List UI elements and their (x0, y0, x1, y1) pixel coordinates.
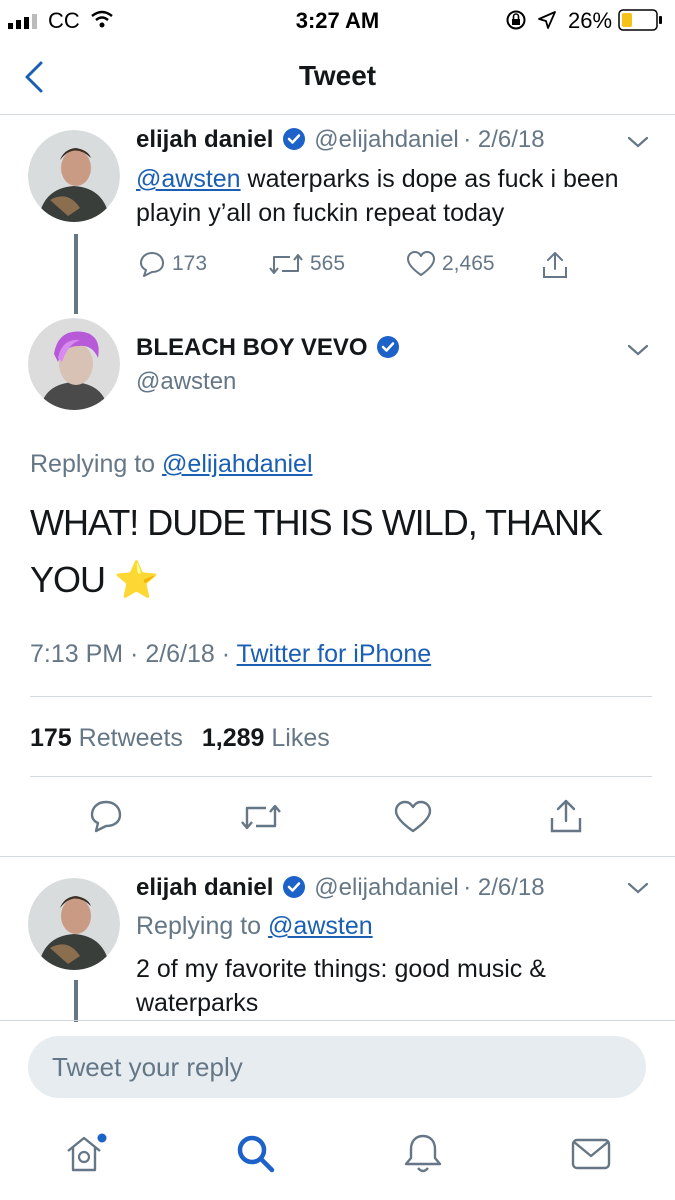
battery-percentage: 26% (568, 8, 613, 33)
page-title: Tweet (298, 60, 377, 91)
divider (0, 856, 675, 857)
author-name[interactable]: elijah daniel (136, 874, 273, 901)
search-icon (237, 1135, 275, 1173)
avatar[interactable] (28, 318, 120, 410)
divider (30, 696, 652, 697)
retweet-total: 175 (30, 724, 72, 752)
status-bar: CC 3:27 AM 26% (0, 0, 675, 38)
mention-link[interactable]: @awsten (268, 912, 373, 940)
source-link[interactable]: Twitter for iPhone (237, 640, 432, 668)
like-label: Likes (271, 724, 330, 752)
replying-to: Replying to @awsten (136, 912, 373, 941)
replying-prefix: Replying to (136, 912, 269, 940)
divider (30, 776, 652, 777)
author-handle[interactable]: @elijahdaniel (314, 874, 458, 901)
tweet-text: @awsten waterparks is dope as fuck i bee… (136, 162, 636, 230)
home-icon (67, 1133, 107, 1172)
location-icon (538, 11, 556, 29)
retweet-count: 565 (310, 252, 346, 275)
retweets-stat[interactable]: 175 Retweets (30, 724, 183, 752)
like-total: 1,289 (201, 724, 265, 752)
tweet-date: · 2/6/18 (463, 126, 545, 153)
tab-home[interactable] (64, 1132, 110, 1181)
like-icon[interactable] (394, 800, 432, 834)
tab-search[interactable] (234, 1132, 278, 1181)
tweet-timestamp: 7:13 PM · 2/6/18 · Twitter for iPhone (30, 640, 431, 669)
retweet-label: Retweets (78, 724, 183, 752)
verified-icon (282, 876, 305, 898)
likes-stat[interactable]: 1,289 Likes (202, 724, 330, 752)
share-icon[interactable] (540, 250, 570, 280)
reply-button[interactable]: 173 (138, 250, 207, 278)
author-name[interactable]: elijah daniel (136, 126, 273, 153)
mention-link[interactable]: @awsten (136, 165, 241, 193)
verified-icon (377, 336, 400, 358)
reply-icon[interactable] (88, 798, 124, 834)
lock-rotation-icon (506, 10, 526, 30)
like-button[interactable]: 2,465 (406, 250, 495, 278)
star-emoji: ⭐ (114, 559, 159, 600)
notifications-icon (404, 1134, 442, 1173)
divider (0, 1020, 675, 1021)
retweet-icon (269, 254, 303, 274)
tweet-header: elijah daniel @elijahdaniel · 2/6/18 (136, 874, 545, 902)
mention-link[interactable]: @elijahdaniel (162, 450, 312, 478)
reply-count: 173 (172, 252, 208, 275)
reply-icon (140, 252, 164, 277)
retweet-button[interactable]: 565 (268, 250, 345, 278)
thread-line (74, 980, 78, 1022)
nav-bar: Tweet (0, 38, 675, 115)
avatar[interactable] (28, 878, 120, 970)
verified-icon (282, 128, 305, 150)
author-name[interactable]: BLEACH BOY VEVO (136, 334, 368, 361)
author-handle[interactable]: @awsten (136, 368, 236, 396)
share-icon[interactable] (548, 798, 584, 834)
engagement-stats: 175 Retweets 1,289 Likes (30, 724, 330, 753)
thread-line (74, 234, 78, 314)
chevron-down-icon[interactable] (626, 342, 650, 358)
tab-messages[interactable] (570, 1132, 614, 1181)
retweet-icon[interactable] (240, 800, 282, 834)
tweet-header: BLEACH BOY VEVO (136, 334, 400, 362)
replying-prefix: Replying to (30, 450, 163, 478)
reply-placeholder: Tweet your reply (52, 1052, 243, 1082)
tweet-text: 2 of my favorite things: good music & wa… (136, 955, 546, 1017)
author-handle[interactable]: @elijahdaniel (314, 126, 458, 153)
timestamp: 7:13 PM · 2/6/18 · (30, 640, 237, 668)
battery-icon (618, 9, 662, 31)
messages-icon (571, 1138, 611, 1170)
tab-notifications[interactable] (402, 1132, 444, 1181)
chevron-down-icon[interactable] (626, 880, 650, 896)
chevron-down-icon[interactable] (626, 134, 650, 150)
avatar[interactable] (28, 130, 120, 222)
like-count: 2,465 (442, 252, 495, 275)
replying-to: Replying to @elijahdaniel (30, 450, 313, 479)
tweet-text: WHAT! DUDE THIS IS WILD, THANK YOU ⭐ (30, 494, 630, 608)
like-icon (407, 251, 435, 276)
tweet-date: · 2/6/18 (463, 874, 545, 901)
tweet-header: elijah daniel @elijahdaniel · 2/6/18 (136, 126, 545, 154)
reply-input[interactable]: Tweet your reply (28, 1036, 646, 1098)
